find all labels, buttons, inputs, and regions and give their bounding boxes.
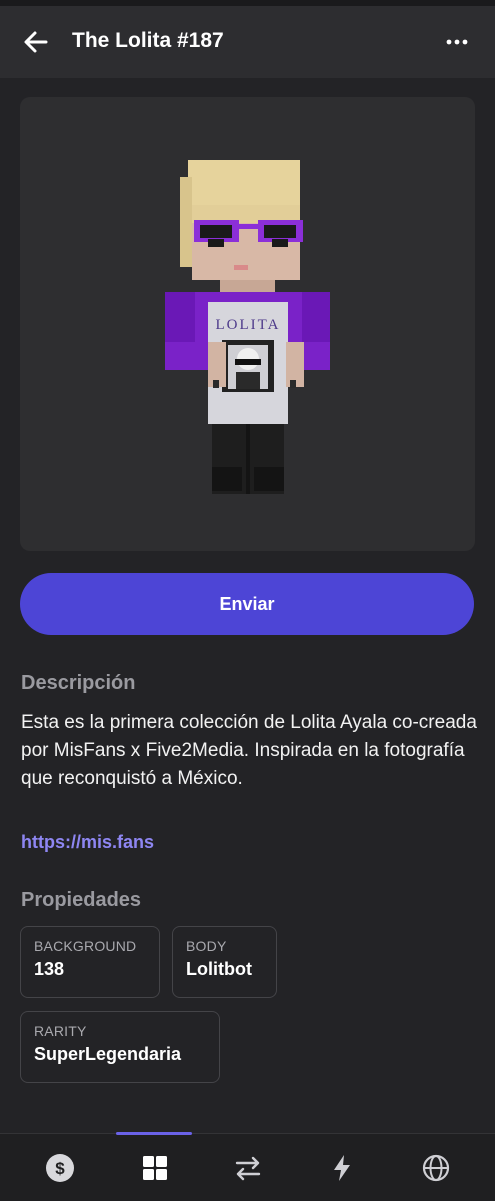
property-value: SuperLegendaria [34, 1044, 182, 1064]
page-title: The Lolita #187 [72, 29, 224, 52]
bottom-navigation: $ [0, 1132, 495, 1201]
property-card-body: BODY Lolitbot [172, 926, 277, 998]
nav-collection[interactable] [105, 1134, 204, 1201]
nav-activity[interactable] [292, 1134, 391, 1201]
property-card-rarity: RARITY SuperLegendaria [20, 1011, 220, 1083]
property-card-background: BACKGROUND 138 [20, 926, 160, 998]
property-key: BODY [186, 938, 227, 954]
description-heading: Descripción [21, 672, 136, 694]
nav-wallet[interactable]: $ [10, 1134, 109, 1201]
external-link[interactable]: https://mis.fans [21, 832, 154, 853]
description-text: Esta es la primera colección de Lolita A… [21, 712, 477, 789]
arrow-left-icon[interactable] [20, 26, 52, 58]
send-button[interactable]: Enviar [20, 573, 474, 635]
property-value: 138 [34, 959, 65, 979]
properties-heading: Propiedades [21, 889, 142, 911]
more-horizontal-icon[interactable] [441, 26, 473, 58]
property-key: BACKGROUND [34, 938, 137, 954]
grid-icon [142, 1155, 167, 1180]
nft-artwork: LOLITA [20, 97, 475, 551]
transfer-arrows-icon [235, 1156, 260, 1180]
dollar-coin-icon: $ [45, 1153, 74, 1182]
voxel-character-image: LOLITA [165, 160, 330, 494]
svg-text:$: $ [55, 1159, 65, 1178]
nav-swap[interactable] [198, 1134, 297, 1201]
shirt-text: LOLITA [216, 317, 281, 333]
nav-explore[interactable] [386, 1134, 485, 1201]
property-key: RARITY [34, 1023, 87, 1039]
property-value: Lolitbot [186, 959, 252, 979]
globe-icon [422, 1154, 449, 1181]
lightning-icon [333, 1154, 350, 1181]
top-app-bar: The Lolita #187 [0, 6, 495, 78]
